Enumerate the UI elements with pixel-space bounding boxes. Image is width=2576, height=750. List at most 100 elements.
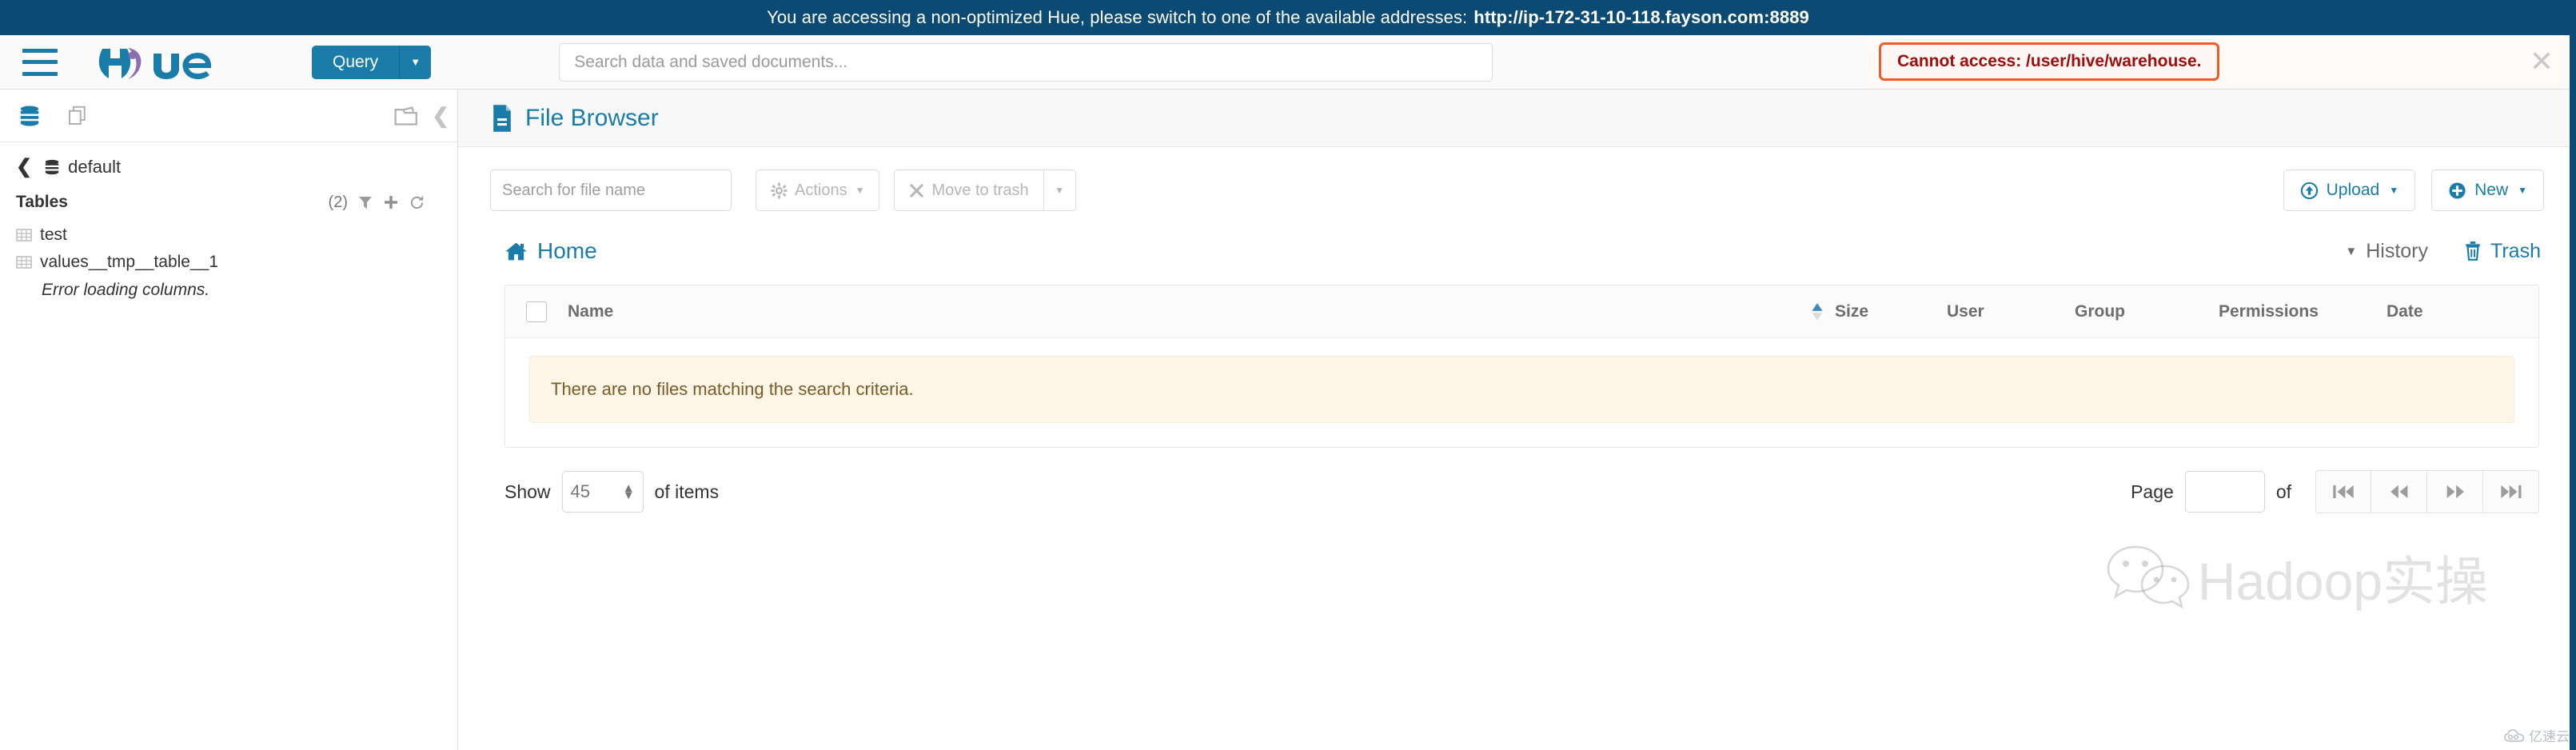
first-page-button[interactable]	[2315, 470, 2371, 513]
select-all-checkbox[interactable]	[505, 301, 568, 322]
page-size-stepper[interactable]: 45 ▲ ▼	[561, 471, 644, 513]
column-header-date[interactable]: Date	[2387, 302, 2538, 321]
breadcrumb-home-label: Home	[537, 238, 597, 263]
new-button-label: New	[2474, 181, 2509, 199]
next-page-button[interactable]	[2427, 470, 2483, 513]
assist-tables-controls: (2)	[329, 193, 425, 212]
filter-icon[interactable]	[357, 194, 373, 210]
chevron-down-icon: ▼	[2389, 185, 2399, 196]
previous-page-icon	[2390, 485, 2407, 499]
global-search-placeholder: Search data and saved documents...	[574, 52, 848, 71]
query-dropdown-caret-icon[interactable]: ▼	[399, 45, 432, 79]
assist-panel-body: ❮ default Tables (2) test values__tmp__t…	[0, 142, 457, 300]
hamburger-bar	[22, 71, 58, 76]
database-icon	[43, 158, 61, 176]
page-label: Page	[2131, 481, 2174, 502]
page-size-control: Show 45 ▲ ▼ of items	[504, 471, 719, 513]
documents-icon	[69, 106, 86, 125]
page-title: File Browser	[525, 104, 659, 131]
chevron-down-icon: ▼	[855, 185, 865, 196]
stepper-arrows-icon[interactable]: ▲ ▼	[623, 481, 635, 501]
actions-button[interactable]: Actions ▼	[756, 170, 880, 211]
move-to-trash-button[interactable]: Move to trash	[894, 170, 1044, 211]
assist-tab-documents[interactable]	[66, 104, 90, 128]
close-icon[interactable]: ✕	[2530, 46, 2554, 76]
sort-ascending-icon	[1811, 301, 1824, 322]
trash-link[interactable]: Trash	[2463, 240, 2541, 263]
file-search-input[interactable]: Search for file name	[490, 170, 732, 211]
history-dropdown[interactable]: ▼ History	[2345, 240, 2428, 263]
toolbar-right-actions: Upload ▼ New ▼	[2283, 170, 2544, 211]
breadcrumb-actions: ▼ History Trash	[2345, 240, 2541, 263]
chevron-down-icon: ▼	[2345, 244, 2358, 258]
page-header: File Browser	[458, 90, 2576, 147]
column-header-user[interactable]: User	[1947, 302, 2075, 321]
move-to-trash-dropdown-caret-icon[interactable]: ▼	[1043, 170, 1076, 211]
assist-table-item[interactable]: values__tmp__table__1	[16, 249, 440, 276]
assist-back-icon[interactable]: ❮	[16, 155, 32, 178]
assist-table-item[interactable]: test	[16, 221, 440, 249]
column-header-name[interactable]: Name	[568, 302, 1811, 321]
trash-label: Trash	[2490, 239, 2541, 262]
query-button-group[interactable]: Query ▼	[312, 45, 432, 79]
page-size-value: 45	[570, 481, 591, 501]
assist-error-text: Error loading columns.	[42, 281, 210, 299]
new-button[interactable]: New ▼	[2431, 170, 2544, 211]
table-grid-icon	[16, 254, 32, 270]
file-browser-icon	[493, 104, 511, 132]
of-items-label: of items	[654, 481, 720, 502]
assist-database-breadcrumb[interactable]: ❮ default	[16, 155, 440, 178]
close-x-icon	[909, 183, 924, 198]
assist-tables-count: (2)	[328, 193, 348, 211]
column-header-group[interactable]: Group	[2075, 302, 2219, 321]
column-header-size[interactable]: Size	[1811, 301, 1947, 322]
history-label: History	[2366, 239, 2429, 262]
banner-message: You are accessing a non-optimized Hue, p…	[767, 7, 1468, 27]
assist-panel: ❮ ❮ default Tables (2) test values__tmp_…	[0, 90, 458, 750]
last-page-button[interactable]	[2483, 470, 2539, 513]
move-to-trash-button-group[interactable]: Move to trash ▼	[894, 170, 1076, 211]
previous-page-button[interactable]	[2371, 470, 2427, 513]
assist-panel-right-icons	[393, 104, 421, 128]
right-edge-strip	[2570, 0, 2576, 750]
checkbox-box	[526, 301, 547, 322]
collapse-assist-panel-icon[interactable]: ❮	[432, 103, 449, 128]
hue-logo-icon	[98, 47, 212, 79]
chevron-down-icon: ▼	[2518, 185, 2527, 196]
wechat-logo-icon	[2107, 545, 2190, 609]
of-label: of	[2275, 481, 2291, 502]
hamburger-bar	[22, 48, 58, 53]
banner-url-link[interactable]: http://ip-172-31-10-118.fayson.com:8889	[1473, 7, 1809, 28]
assist-tables-label: Tables	[16, 193, 68, 211]
assist-table-name: test	[40, 225, 67, 244]
stepper-down-icon[interactable]: ▼	[623, 489, 635, 501]
upload-button[interactable]: Upload ▼	[2283, 170, 2416, 211]
hamburger-menu-icon[interactable]	[22, 48, 58, 76]
move-to-trash-label: Move to trash	[931, 181, 1029, 199]
plus-icon[interactable]	[383, 194, 399, 210]
open-folder-icon[interactable]	[393, 104, 421, 128]
main-content: File Browser Search for file name Action…	[458, 90, 2576, 750]
assist-database-name: default	[68, 156, 122, 177]
file-table: Name Size User Group Permissions Date Th…	[504, 285, 2539, 448]
next-page-icon	[2446, 485, 2464, 499]
page-number-input[interactable]	[2184, 471, 2265, 513]
page-nav-control: Page of	[2131, 470, 2539, 513]
query-button[interactable]: Query	[312, 45, 400, 79]
global-search-input[interactable]: Search data and saved documents...	[559, 42, 1493, 82]
column-header-permissions[interactable]: Permissions	[2219, 302, 2387, 321]
refresh-icon[interactable]	[409, 194, 425, 211]
show-label: Show	[504, 481, 551, 502]
file-search-placeholder: Search for file name	[502, 181, 645, 199]
file-table-header-row: Name Size User Group Permissions Date	[505, 285, 2538, 338]
upload-button-label: Upload	[2326, 181, 2380, 199]
assist-tables-header: Tables (2)	[16, 193, 440, 212]
error-toast: Cannot access: /user/hive/warehouse. ✕	[1868, 36, 2576, 86]
actions-button-label: Actions	[795, 181, 847, 199]
breadcrumb-home[interactable]: Home	[504, 238, 597, 264]
upload-icon	[2300, 182, 2319, 200]
pagination-buttons	[2315, 470, 2539, 513]
assist-tab-database[interactable]	[18, 104, 42, 128]
empty-state-message: There are no files matching the search c…	[529, 356, 2514, 423]
hue-logo[interactable]	[98, 44, 249, 81]
